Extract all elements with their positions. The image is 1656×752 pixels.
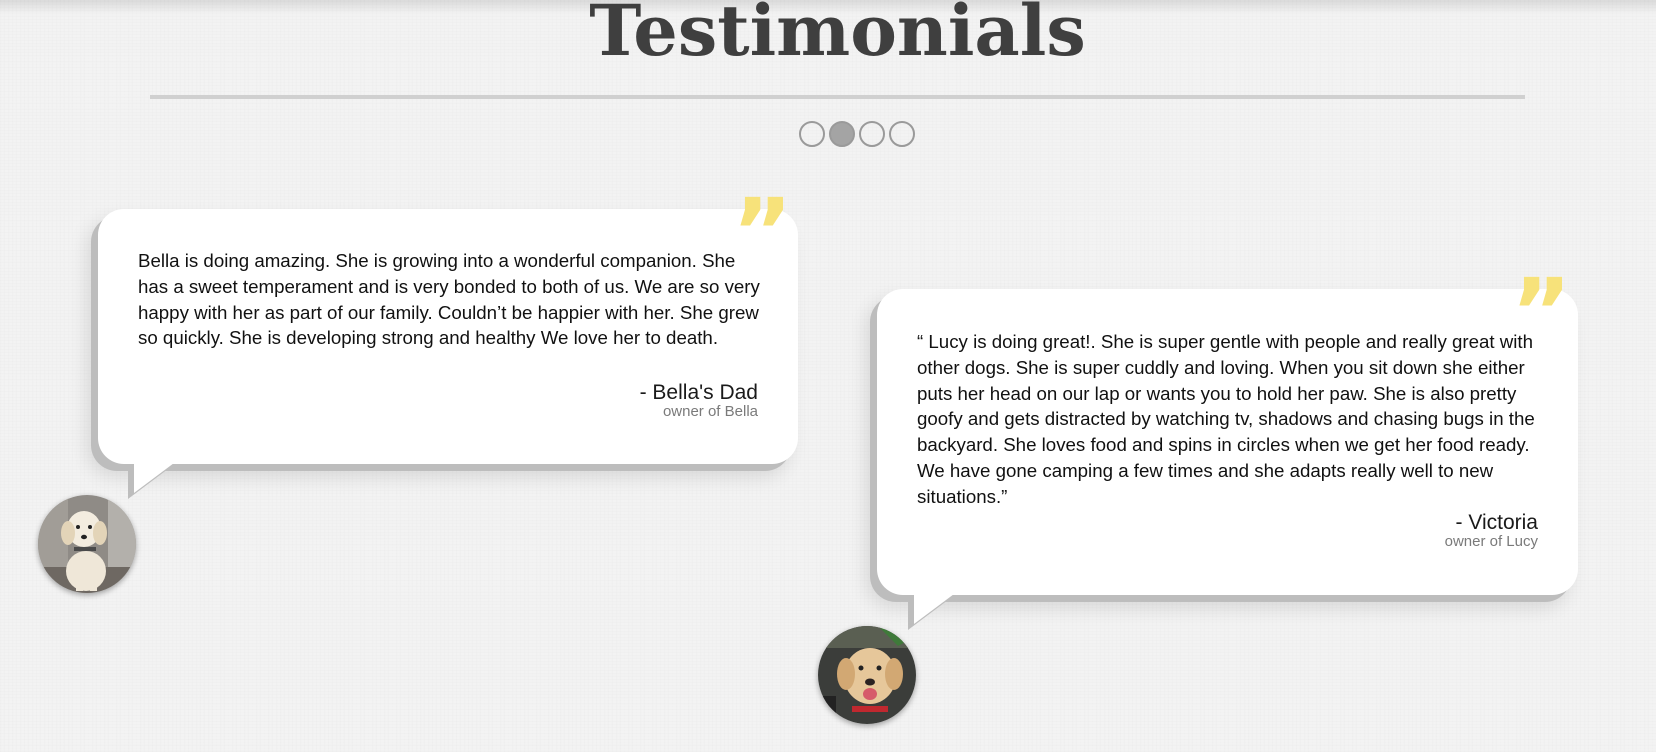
avatar-lucy [818, 626, 916, 724]
testimonial-text: Bella is doing amazing. She is growing i… [138, 250, 760, 349]
testimonial-card-lucy: ” “ Lucy is doing great!. She is super g… [877, 267, 1578, 624]
closing-quote-icon: ” [1511, 259, 1572, 366]
closing-quote-icon: ” [732, 179, 793, 286]
avatar-bella [38, 495, 136, 593]
title-divider [150, 95, 1525, 99]
testimonial-author: - Bella's Dad [639, 381, 758, 404]
testimonial-subtitle: owner of Lucy [1444, 533, 1538, 550]
testimonial-subtitle: owner of Bella [662, 403, 758, 420]
carousel-pagination [799, 121, 915, 147]
carousel-dot-3[interactable] [859, 121, 885, 147]
carousel-dot-2-active[interactable] [829, 121, 855, 147]
carousel-dot-1[interactable] [799, 121, 825, 147]
testimonial-author: - Victoria [1455, 511, 1538, 534]
speech-bubble-tail [914, 594, 954, 624]
testimonial-card-bella: ” Bella is doing amazing. She is growing… [98, 187, 798, 493]
testimonial-text: “ Lucy is doing great!. She is super gen… [917, 331, 1535, 507]
page-title: Testimonials [589, 0, 1086, 72]
speech-bubble-tail [134, 463, 174, 493]
carousel-dot-4[interactable] [889, 121, 915, 147]
